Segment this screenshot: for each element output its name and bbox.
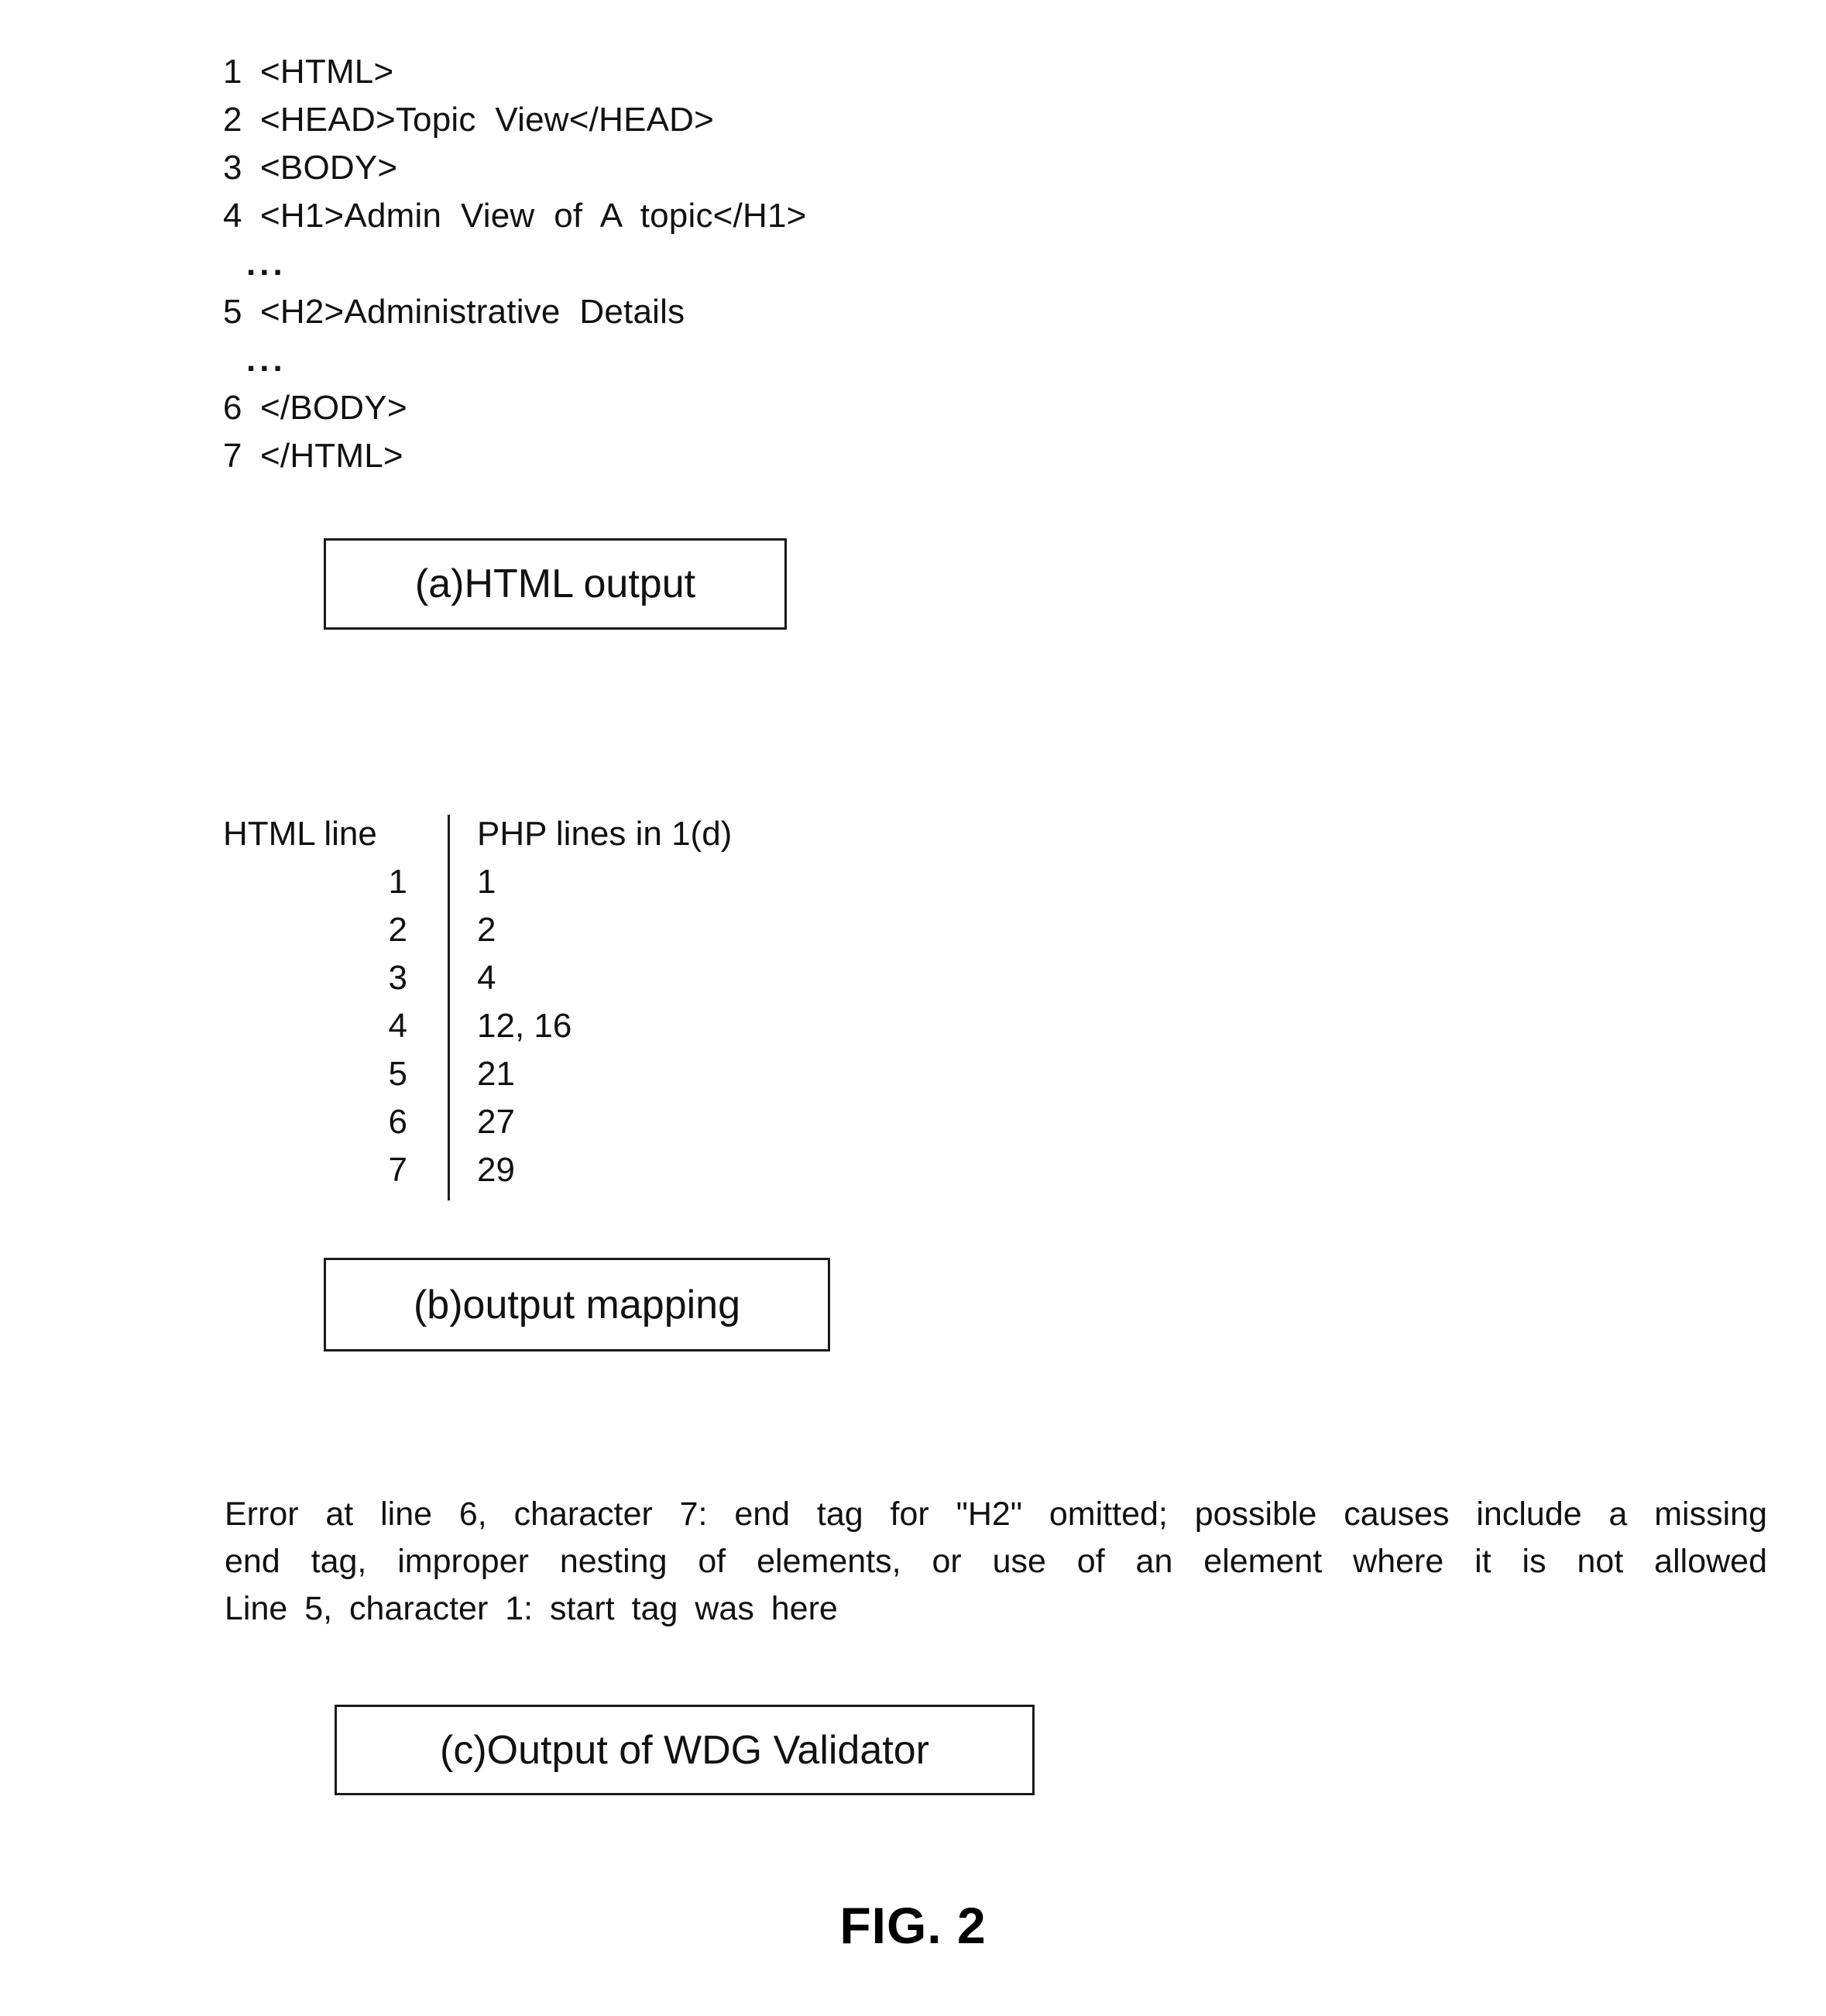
code-line-number: 5	[223, 293, 242, 331]
code-line: 5 <H2>Administrative Details	[223, 288, 1539, 336]
cell-php-lines: 2	[477, 911, 496, 949]
output-mapping-table: HTML line PHP lines in 1(d) 1 1 2 2 3 4 …	[223, 810, 920, 1200]
code-line-number: 7	[223, 437, 242, 475]
cell-php-lines: 1	[477, 863, 496, 901]
html-output-listing: 1 <HTML> 2 <HEAD>Topic View</HEAD> 3 <BODY>…	[223, 48, 1539, 480]
cell-html-line: 1	[388, 863, 407, 901]
code-line-text: <H2>Administrative Details	[260, 293, 685, 331]
code-line-text: <HTML>	[260, 53, 394, 91]
code-line-number: 3	[223, 149, 242, 187]
code-line: 2 <HEAD>Topic View</HEAD>	[223, 96, 1539, 144]
caption-b-label: (b)output mapping	[413, 1282, 741, 1327]
cell-html-line: 3	[388, 959, 407, 997]
code-line-text: <BODY>	[260, 149, 398, 187]
table-header-row: HTML line PHP lines in 1(d)	[223, 810, 920, 858]
caption-a-label: (a)HTML output	[414, 562, 696, 606]
validator-output-text: Error at line 6, character 7: end tag fo…	[225, 1491, 1767, 1633]
code-line: 6 </BODY>	[223, 384, 1539, 432]
caption-c-label: (c)Output of WDG Validator	[440, 1727, 929, 1773]
validator-line-2: end tag, improper nesting of elements, o…	[225, 1543, 1767, 1580]
validator-line-1: Error at line 6, character 7: end tag fo…	[225, 1496, 1767, 1533]
code-line: 7 </HTML>	[223, 432, 1539, 480]
cell-php-lines: 21	[477, 1055, 515, 1093]
code-line-text: <H1>Admin View of A topic</H1>	[260, 197, 807, 235]
column-header-html-line: HTML line	[223, 815, 377, 853]
column-header-php-lines: PHP lines in 1(d)	[477, 815, 733, 853]
code-line-number: 2	[223, 101, 242, 139]
cell-html-line: 2	[388, 911, 407, 949]
table-column-divider	[448, 815, 450, 1200]
code-ellipsis: ...	[246, 245, 287, 283]
caption-box-c: (c)Output of WDG Validator	[335, 1705, 1035, 1795]
cell-php-lines: 29	[477, 1151, 515, 1189]
cell-php-lines: 4	[477, 959, 496, 997]
code-line-text: </BODY>	[260, 389, 407, 427]
code-line-number: 4	[223, 197, 242, 235]
cell-php-lines: 12, 16	[477, 1007, 572, 1045]
table-row: 4 12, 16	[223, 1002, 920, 1050]
table-row: 2 2	[223, 906, 920, 954]
table-row: 1 1	[223, 858, 920, 906]
table-row: 3 4	[223, 954, 920, 1002]
table-row: 5 21	[223, 1050, 920, 1098]
code-ellipsis: ...	[246, 341, 287, 379]
code-line-text: <HEAD>Topic View</HEAD>	[260, 101, 715, 139]
cell-html-line: 5	[388, 1055, 407, 1093]
validator-line-3: Line 5, character 1: start tag was here	[225, 1590, 838, 1627]
table-row: 6 27	[223, 1098, 920, 1146]
code-line-text: </HTML>	[260, 437, 403, 475]
code-line: 1 <HTML>	[223, 48, 1539, 96]
cell-php-lines: 27	[477, 1103, 515, 1141]
caption-box-b: (b)output mapping	[324, 1258, 830, 1351]
code-line: 3 <BODY>	[223, 144, 1539, 192]
cell-html-line: 4	[388, 1007, 407, 1045]
cell-html-line: 7	[388, 1151, 407, 1189]
code-line-number: 1	[223, 53, 242, 91]
caption-box-a: (a)HTML output	[324, 538, 787, 630]
code-line: 4 <H1>Admin View of A topic</H1>	[223, 192, 1539, 240]
table-row: 7 29	[223, 1146, 920, 1194]
code-line-number: 6	[223, 389, 242, 427]
figure-label: FIG. 2	[839, 1897, 987, 1954]
cell-html-line: 6	[388, 1103, 407, 1141]
